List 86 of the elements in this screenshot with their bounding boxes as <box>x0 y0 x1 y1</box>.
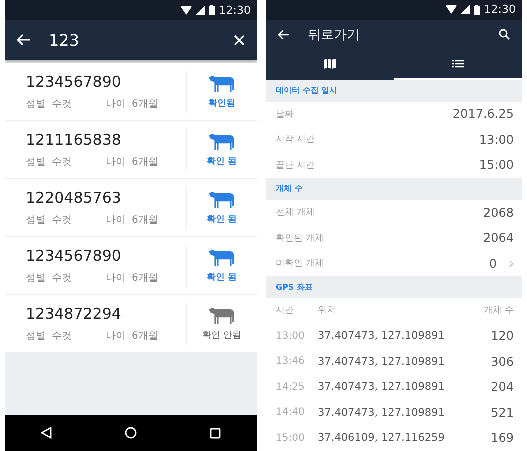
age-value: 6개월 <box>132 98 158 110</box>
search-icon[interactable] <box>499 29 510 40</box>
table-cell-text: 37.407473, 127.109891 <box>318 381 446 394</box>
age-label: 나이 <box>106 98 126 110</box>
table-cell-text: 13:46 <box>276 356 306 368</box>
table-cell-text: 37.407473, 127.109891 <box>318 330 446 342</box>
sex-label: 성별 <box>26 98 46 110</box>
animal-id: 1211165838 <box>26 130 122 148</box>
status-time: 12:30 <box>219 4 251 16</box>
table-cell: 120 <box>491 329 514 344</box>
animal-id: 1234872294 <box>26 304 122 322</box>
animal-list-item[interactable]: 1234872294 성별 수컷 나이 6개월 확인 안됨 <box>5 295 257 352</box>
table-cell: 204 <box>491 380 514 394</box>
field-label: 미확인 개체 <box>276 258 325 270</box>
age-label: 나이 <box>106 214 126 226</box>
field-value: 2064 <box>483 231 514 246</box>
map-icon <box>324 58 336 69</box>
section-header: 개체 수 <box>276 183 303 194</box>
sex-value: 수컷 <box>52 214 72 226</box>
close-icon[interactable] <box>234 34 245 46</box>
animal-list-item[interactable]: 1220485763 성별 수컷 나이 6개월 확인 됨 <box>5 179 257 236</box>
table-cell-text: 37.406109, 127.116259 <box>318 432 446 444</box>
age-label: 나이 <box>106 330 126 342</box>
table-cell-text: 14:25 <box>276 382 306 393</box>
field-value: 2068 <box>483 206 514 220</box>
animal-id: 1234567890 <box>26 246 122 264</box>
age-label: 나이 <box>106 156 126 168</box>
sex-label: 성별 <box>26 272 46 284</box>
section-header: 데이터 수집 일시 <box>276 85 338 96</box>
table-cell-text: 15:00 <box>276 432 306 444</box>
sex-value: 수컷 <box>52 330 72 342</box>
sex-label: 성별 <box>26 214 46 226</box>
field-label: 확인된 개체 <box>276 232 325 245</box>
table-cell-text: 37.407473, 127.109891 <box>318 406 446 419</box>
table-cell: 521 <box>491 406 514 420</box>
field-label: 날짜 <box>276 108 295 121</box>
field-value: 0 <box>489 256 497 271</box>
signal-icon <box>196 6 206 14</box>
sex-label: 성별 <box>26 330 46 342</box>
field-value: 2017.6.25 <box>452 107 514 122</box>
verification-status: 확인 됨 <box>206 272 238 284</box>
animal-id: 1234567890 <box>26 72 122 90</box>
animal-list-item[interactable]: 1211165838 성별 수컷 나이 6개월 확인 됨 <box>5 121 257 178</box>
sex-value: 수컷 <box>52 156 72 168</box>
table-cell: 169 <box>491 431 514 446</box>
field-value: 15:00 <box>479 158 514 172</box>
wifi-icon <box>181 6 192 14</box>
animal-list-item[interactable]: 1234567890 성별 수컷 나이 6개월 확인됨 <box>5 63 257 120</box>
back-arrow-icon[interactable] <box>17 34 31 46</box>
status-time: 12:30 <box>484 3 516 16</box>
screen-title: 뒤로가기 <box>308 26 361 44</box>
animal-list-item[interactable]: 1234567890 성별 수컷 나이 6개월 확인 됨 <box>5 237 257 294</box>
verification-status: 확인됨 <box>208 98 236 110</box>
sex-value: 수컷 <box>52 272 72 284</box>
sex-value: 수컷 <box>52 98 72 110</box>
battery-icon <box>209 5 216 15</box>
field-label: 끝난 시간 <box>276 160 316 172</box>
home-nav-icon[interactable] <box>124 427 137 439</box>
recents-nav-icon[interactable] <box>210 428 221 438</box>
table-cell: 306 <box>491 354 514 369</box>
field-label: 시작 시간 <box>276 134 316 146</box>
back-arrow-icon[interactable] <box>278 30 290 40</box>
list-icon <box>452 60 464 68</box>
age-value: 6개월 <box>132 272 158 284</box>
age-label: 나이 <box>106 272 126 284</box>
field-value: 13:00 <box>479 132 514 147</box>
table-cell-text: 14:40 <box>276 407 306 418</box>
table-cell-text: 37.407473, 127.109891 <box>318 356 446 368</box>
battery-icon <box>474 4 480 15</box>
column-header: 위치 <box>318 305 337 318</box>
sex-label: 성별 <box>26 156 46 168</box>
wifi-icon <box>446 5 458 14</box>
back-nav-icon[interactable] <box>41 427 52 439</box>
verification-status: 확인 안됨 <box>202 330 242 342</box>
table-cell-text: 13:00 <box>276 330 306 342</box>
animal-id: 1220485763 <box>26 188 122 206</box>
column-header: 개체 수 <box>484 305 514 318</box>
age-value: 6개월 <box>132 330 158 342</box>
field-label: 전체 개체 <box>276 207 316 220</box>
column-header: 시간 <box>276 305 295 318</box>
age-value: 6개월 <box>132 156 158 168</box>
age-value: 6개월 <box>132 214 158 226</box>
verification-status: 확인 됨 <box>206 214 238 226</box>
section-header: GPS 좌표 <box>276 282 313 293</box>
signal-icon <box>461 5 470 14</box>
verification-status: 확인 됨 <box>206 156 238 168</box>
